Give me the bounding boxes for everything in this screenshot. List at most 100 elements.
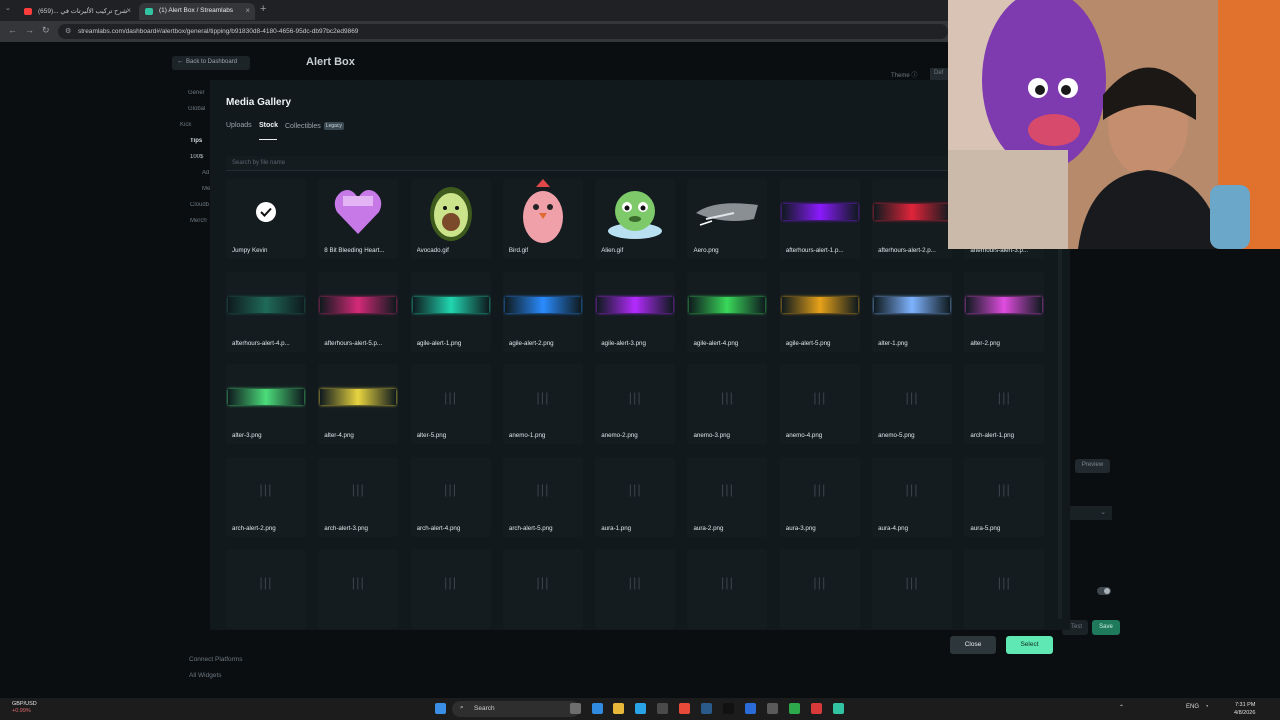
media-item[interactable]: ||| anemo-1.png: [502, 364, 583, 444]
app-icon[interactable]: [811, 703, 822, 714]
media-item[interactable]: afterhours-alert-2.p...: [872, 179, 953, 259]
media-item[interactable]: ||| arch-alert-3.png: [318, 456, 399, 537]
language-indicator[interactable]: ENG: [1186, 704, 1199, 710]
media-item[interactable]: |||: [318, 549, 399, 629]
close-tab-icon[interactable]: ×: [126, 6, 131, 15]
media-item[interactable]: ||| arch-alert-5.png: [502, 456, 583, 537]
tray-chevron-icon[interactable]: ⌃: [1119, 704, 1124, 711]
taskbar-search[interactable]: ⌕ Search: [452, 701, 580, 717]
media-item[interactable]: |||: [872, 549, 953, 629]
app-icon[interactable]: [745, 703, 756, 714]
windows-start-icon[interactable]: [435, 703, 446, 714]
media-item[interactable]: alter-2.png: [964, 271, 1045, 352]
media-item[interactable]: ||| anemo-2.png: [595, 364, 676, 444]
media-item[interactable]: alter-3.png: [226, 364, 306, 444]
media-item[interactable]: |||: [595, 549, 676, 629]
media-item[interactable]: agile-alert-4.png: [687, 271, 768, 352]
media-item[interactable]: ||| arch-alert-4.png: [410, 456, 491, 537]
media-item[interactable]: |||: [687, 549, 768, 629]
media-item[interactable]: ||| anemo-4.png: [779, 364, 860, 444]
sidebar-item-tips[interactable]: Tips: [170, 138, 214, 154]
sidebar-item-global[interactable]: Global: [170, 106, 214, 122]
xbox-icon[interactable]: [789, 703, 800, 714]
media-item[interactable]: ||| aura-4.png: [872, 456, 953, 537]
ticker-symbol: GBP/USD: [12, 701, 37, 707]
app-icon[interactable]: [592, 703, 603, 714]
media-item[interactable]: Alien.gif: [595, 179, 676, 259]
sidebar-item-cloudbot[interactable]: Cloudb: [170, 202, 214, 218]
tab-uploads[interactable]: Uploads: [226, 122, 252, 129]
sidebar-item-media[interactable]: Me: [170, 186, 214, 202]
streamlabs-icon[interactable]: [833, 703, 844, 714]
media-item[interactable]: Aero.png: [687, 179, 768, 259]
settings-toggle[interactable]: [1097, 587, 1111, 595]
store-icon[interactable]: [657, 703, 668, 714]
media-item[interactable]: agile-alert-5.png: [779, 271, 860, 352]
reload-icon[interactable]: ↻: [42, 25, 50, 36]
media-item[interactable]: |||: [964, 549, 1045, 629]
browser-tab-youtube[interactable]: شرح تركيب الأليرتات في ...(659) ×: [18, 3, 136, 20]
media-item[interactable]: 8 Bit Bleeding Heart...: [318, 179, 399, 259]
tab-collectibles[interactable]: Collectibles Legacy: [285, 122, 344, 130]
back-to-dashboard-button[interactable]: ← Back to Dashboard: [172, 56, 250, 70]
media-item[interactable]: ||| aura-3.png: [779, 456, 860, 537]
clock[interactable]: 7:31 PM 4/8/2026: [1234, 701, 1255, 717]
site-info-icon[interactable]: ⚙: [65, 27, 71, 35]
media-item[interactable]: ||| anemo-5.png: [872, 364, 953, 444]
save-button[interactable]: Save: [1092, 620, 1120, 635]
tiktok-icon[interactable]: [723, 703, 734, 714]
media-item[interactable]: |||: [779, 549, 860, 629]
media-item[interactable]: agile-alert-2.png: [502, 271, 583, 352]
chrome-icon[interactable]: [679, 703, 690, 714]
back-arrow-icon[interactable]: ←: [8, 25, 17, 35]
close-button[interactable]: Close: [950, 636, 996, 654]
edge-icon[interactable]: [635, 703, 646, 714]
media-item[interactable]: ||| aura-5.png: [964, 456, 1045, 537]
close-tab-icon[interactable]: ×: [245, 6, 250, 15]
media-item[interactable]: afterhours-alert-5.p...: [318, 271, 399, 352]
sidebar-item-merch[interactable]: Merch: [170, 218, 214, 234]
steam-icon[interactable]: [701, 703, 712, 714]
media-item[interactable]: alter-4.png: [318, 364, 399, 444]
sidebar-item-add[interactable]: Ad: [170, 170, 214, 186]
media-item[interactable]: Jumpy Kevin: [226, 179, 306, 259]
theme-default-button[interactable]: Def: [930, 68, 950, 80]
sidebar-item-general[interactable]: Gener: [170, 90, 214, 106]
app-icon[interactable]: [767, 703, 778, 714]
url-field[interactable]: ⚙ streamlabs.com/dashboard#/alertbox/gen…: [58, 24, 948, 39]
media-item[interactable]: ||| anemo-3.png: [687, 364, 768, 444]
sidebar-item-100[interactable]: 100$: [170, 154, 214, 170]
media-item[interactable]: ||| arch-alert-2.png: [226, 456, 306, 537]
forward-arrow-icon[interactable]: →: [25, 25, 34, 35]
media-item[interactable]: agile-alert-3.png: [595, 271, 676, 352]
new-tab-icon[interactable]: +: [260, 3, 266, 15]
media-item[interactable]: ||| aura-2.png: [687, 456, 768, 537]
media-item[interactable]: afterhours-alert-1.p...: [779, 179, 860, 259]
tab-stock[interactable]: Stock: [259, 122, 278, 140]
file-explorer-icon[interactable]: [613, 703, 624, 714]
media-item[interactable]: |||: [226, 549, 306, 629]
media-item[interactable]: afterhours-alert-4.p...: [226, 271, 306, 352]
media-item[interactable]: ||| arch-alert-1.png: [964, 364, 1045, 444]
settings-dropdown[interactable]: ⌄: [1070, 506, 1112, 520]
media-item[interactable]: ||| aura-1.png: [595, 456, 676, 537]
browser-tab-streamlabs[interactable]: (1) Alert Box / Streamlabs ×: [139, 3, 255, 20]
media-item[interactable]: |||: [410, 549, 491, 629]
ticker-widget[interactable]: GBP/USD +0.99%: [12, 701, 37, 715]
search-input[interactable]: Search by file name: [226, 156, 1066, 171]
media-item[interactable]: Avocado.gif: [410, 179, 491, 259]
sidebar-item-kick[interactable]: Kick: [170, 122, 214, 138]
loading-placeholder-icon: |||: [905, 482, 919, 497]
media-item[interactable]: ||| alter-5.png: [410, 364, 491, 444]
wifi-icon[interactable]: ◔: [1205, 704, 1209, 710]
connect-platforms-link[interactable]: Connect Platforms: [176, 656, 242, 672]
media-item[interactable]: alter-1.png: [872, 271, 953, 352]
all-widgets-link[interactable]: All Widgets: [176, 672, 242, 688]
task-view-icon[interactable]: [570, 703, 581, 714]
select-button[interactable]: Select: [1006, 636, 1053, 654]
preview-button[interactable]: Preview: [1075, 459, 1110, 473]
media-item[interactable]: |||: [502, 549, 583, 629]
media-item[interactable]: Bird.gif: [502, 179, 583, 259]
media-item[interactable]: agile-alert-1.png: [410, 271, 491, 352]
tab-search-icon[interactable]: ⌄: [5, 4, 11, 12]
